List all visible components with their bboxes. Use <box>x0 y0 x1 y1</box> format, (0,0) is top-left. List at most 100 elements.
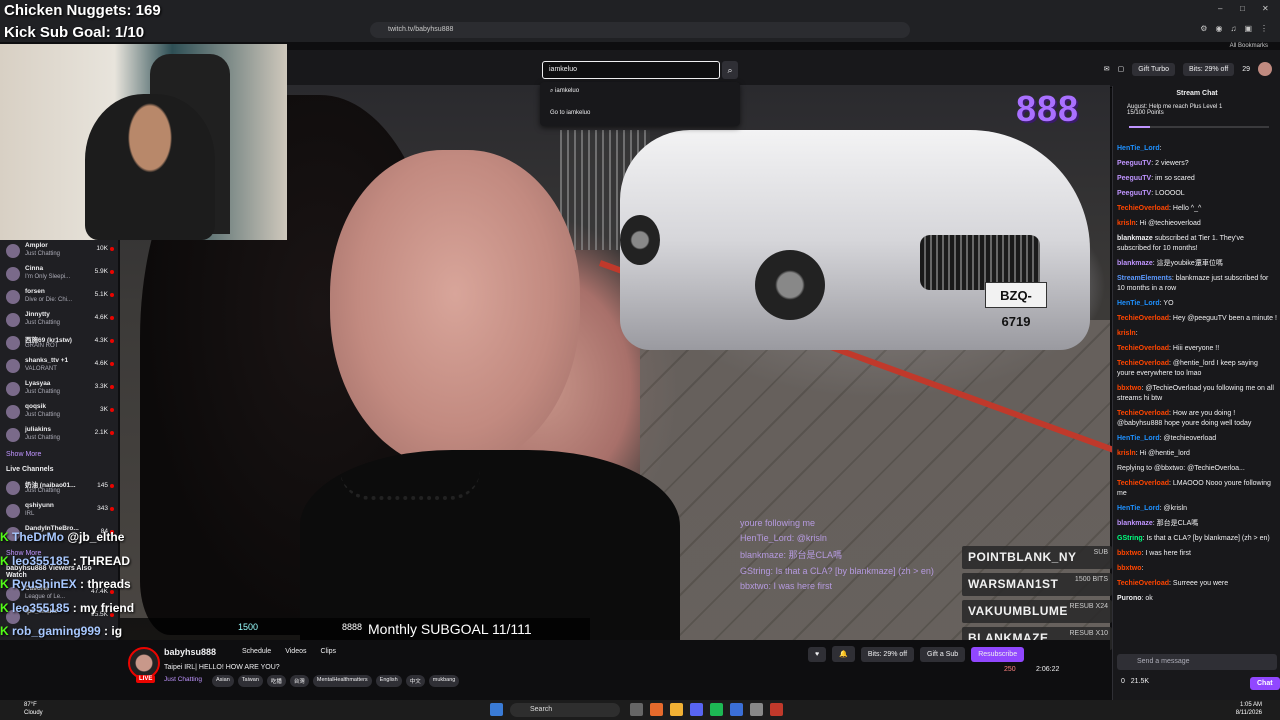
chat-username[interactable]: GString <box>1117 535 1143 542</box>
sidebar-channel[interactable]: Amplor Just Chatting 10K <box>0 240 118 263</box>
extension-icon[interactable]: ▣ <box>1244 24 1252 33</box>
stream-tag[interactable]: English <box>375 675 402 687</box>
sidebar-channel[interactable]: Jinnytty Just Chatting 4.6K <box>0 309 118 332</box>
stream-tag[interactable]: 吃播 <box>266 675 286 687</box>
sidebar-channel[interactable]: qoqsik Just Chatting 3K <box>0 401 118 424</box>
avatar[interactable] <box>1258 62 1272 76</box>
folder-icon[interactable] <box>670 703 683 716</box>
sidebar-channel[interactable]: Cinna I'm Only Sleepi... 5.9K <box>0 263 118 286</box>
channel-nav: Schedule Videos Clips <box>242 648 336 655</box>
gift-turbo-button[interactable]: Gift Turbo <box>1132 62 1176 76</box>
hype-goal[interactable]: August: Help me reach Plus Level 1 15/10… <box>1127 104 1222 116</box>
windows-start-icon[interactable] <box>490 703 503 716</box>
notifications-icon[interactable]: ✉ <box>1104 65 1110 73</box>
chat-input[interactable]: Send a message <box>1117 654 1277 670</box>
extension-icon[interactable]: ⚙ <box>1200 24 1207 33</box>
sidebar-channel[interactable]: 西施69 (kr1stw) GRAIN ROT 4.3K <box>0 332 118 355</box>
close-icon[interactable]: ✕ <box>1262 4 1269 13</box>
system-clock[interactable]: 1:05 AM 8/11/2026 <box>1236 701 1262 717</box>
chat-username[interactable]: krisln <box>1117 330 1136 337</box>
chat-username[interactable]: HenTie_Lord <box>1117 435 1160 442</box>
search-icon[interactable]: ⌕ <box>722 61 738 79</box>
gift-sub-button[interactable]: Gift a Sub <box>920 646 966 662</box>
resubscribe-button[interactable]: Resubscribe <box>971 646 1025 662</box>
stream-tag[interactable]: 台灣 <box>289 675 309 687</box>
chat-username[interactable]: bbxtwo <box>1117 550 1142 557</box>
chat-username[interactable]: HenTie_Lord <box>1117 505 1160 512</box>
chat-username[interactable]: TechieOverload <box>1117 205 1169 212</box>
weather-widget[interactable]: 87°F Cloudy <box>24 701 43 717</box>
menu-icon[interactable]: ⋮ <box>1260 24 1268 33</box>
chat-username[interactable]: TechieOverload <box>1117 345 1169 352</box>
streamer-name[interactable]: babyhsu888 <box>164 647 216 657</box>
show-more-link[interactable]: Show More <box>0 447 118 462</box>
sidebar-channel[interactable]: qshiyunn IRL 343 <box>0 500 118 523</box>
notify-bell-icon[interactable]: 🔔 <box>832 646 855 662</box>
chat-send-button[interactable]: Chat <box>1250 677 1280 690</box>
search-goto[interactable]: Go to iamkeluo <box>550 110 590 116</box>
search-input[interactable]: iamkeluo <box>542 61 720 79</box>
stream-tag[interactable]: mukbang <box>428 675 460 687</box>
chat-username[interactable]: krisln <box>1117 450 1136 457</box>
taskbar-search[interactable]: Search <box>510 703 620 717</box>
chat-username[interactable]: blankmaze <box>1117 260 1153 267</box>
chat-username[interactable]: blankmaze <box>1117 520 1153 527</box>
chat-username[interactable]: PeeguuTV <box>1117 190 1151 197</box>
chat-username[interactable]: PeeguuTV <box>1117 160 1151 167</box>
nav-schedule[interactable]: Schedule <box>242 648 271 655</box>
sidebar-channel[interactable]: juliakins Just Chatting 2.1K <box>0 424 118 447</box>
nav-videos[interactable]: Videos <box>285 648 306 655</box>
sub-row: POINTBLANK_NY SUB <box>962 546 1112 569</box>
chat-username[interactable]: HenTie_Lord <box>1117 145 1160 152</box>
chat-username[interactable]: Purono <box>1117 595 1142 602</box>
chat-username[interactable]: TechieOverload <box>1117 315 1169 322</box>
chat-username[interactable]: TechieOverload <box>1117 480 1169 487</box>
stream-tag[interactable]: Asian <box>212 675 234 687</box>
maximize-icon[interactable]: □ <box>1240 4 1245 13</box>
chat-username[interactable]: StreamElements <box>1117 275 1172 282</box>
chat-username[interactable]: HenTie_Lord <box>1117 300 1160 307</box>
chat-username[interactable]: TechieOverload <box>1117 410 1169 417</box>
stream-tag[interactable]: MentalHealthmatters <box>312 675 372 687</box>
all-bookmarks[interactable]: All Bookmarks <box>1230 43 1268 49</box>
obs-icon[interactable] <box>770 703 783 716</box>
chat-message: TechieOverload: Hiii everyone !! <box>1117 344 1277 354</box>
sidebar-channel[interactable]: shanks_ttv +1 VALORANT 4.6K <box>0 355 118 378</box>
chat-username[interactable]: TechieOverload <box>1117 580 1169 587</box>
task-view-icon[interactable] <box>630 703 643 716</box>
nav-clips[interactable]: Clips <box>320 648 336 655</box>
app-icon[interactable] <box>730 703 743 716</box>
extension-icon[interactable]: ◉ <box>1215 24 1222 33</box>
search-suggestion[interactable]: ⌕ iamkeluo <box>550 88 579 95</box>
chat-username[interactable]: TechieOverload <box>1117 360 1169 367</box>
chat-username[interactable]: bbxtwo <box>1117 385 1142 392</box>
brave-icon[interactable] <box>650 703 663 716</box>
sidebar-channel[interactable]: Lyasyaa Just Chatting 3.3K <box>0 378 118 401</box>
app-icon[interactable] <box>750 703 763 716</box>
channel-points[interactable]: 21.5K <box>1131 678 1149 685</box>
whispers-icon[interactable]: ▢ <box>1118 65 1125 73</box>
chat-username[interactable]: blankmaze <box>1117 235 1153 242</box>
chat-username[interactable]: krisln <box>1117 220 1136 227</box>
chat-text: : im so scared <box>1151 175 1195 182</box>
follow-heart-icon[interactable]: ♥ <box>808 646 827 662</box>
chat-message: HenTie_Lord: <box>1117 144 1277 154</box>
sidebar-channel[interactable]: forsen Dive or Die: Chi... 5.1K <box>0 286 118 309</box>
minimize-icon[interactable]: – <box>1218 4 1222 13</box>
chat-username[interactable]: bbxtwo <box>1117 565 1142 572</box>
bits-offer-button[interactable]: Bits: 29% off <box>1183 62 1235 76</box>
chat-username[interactable]: PeeguuTV <box>1117 175 1151 182</box>
sidebar-channel[interactable]: 奶油 (naibao01... Just Chatting 145 <box>0 477 118 500</box>
stream-tag[interactable]: Taiwan <box>237 675 263 687</box>
sub-row: WARSMAN1ST 1500 BITS <box>962 573 1112 596</box>
category-link[interactable]: Just Chatting <box>164 676 202 683</box>
channel-game: Just Chatting <box>25 412 61 418</box>
extension-icon[interactable]: ♫ <box>1230 24 1236 33</box>
stream-tag[interactable]: 中文 <box>405 675 425 687</box>
bits-balance[interactable]: 0 <box>1121 678 1125 685</box>
spotify-icon[interactable] <box>710 703 723 716</box>
discord-icon[interactable] <box>690 703 703 716</box>
address-bar[interactable]: twitch.tv/babyhsu888 <box>370 22 910 38</box>
bits-button[interactable]: Bits: 29% off <box>860 646 915 662</box>
video-choker <box>340 470 480 500</box>
